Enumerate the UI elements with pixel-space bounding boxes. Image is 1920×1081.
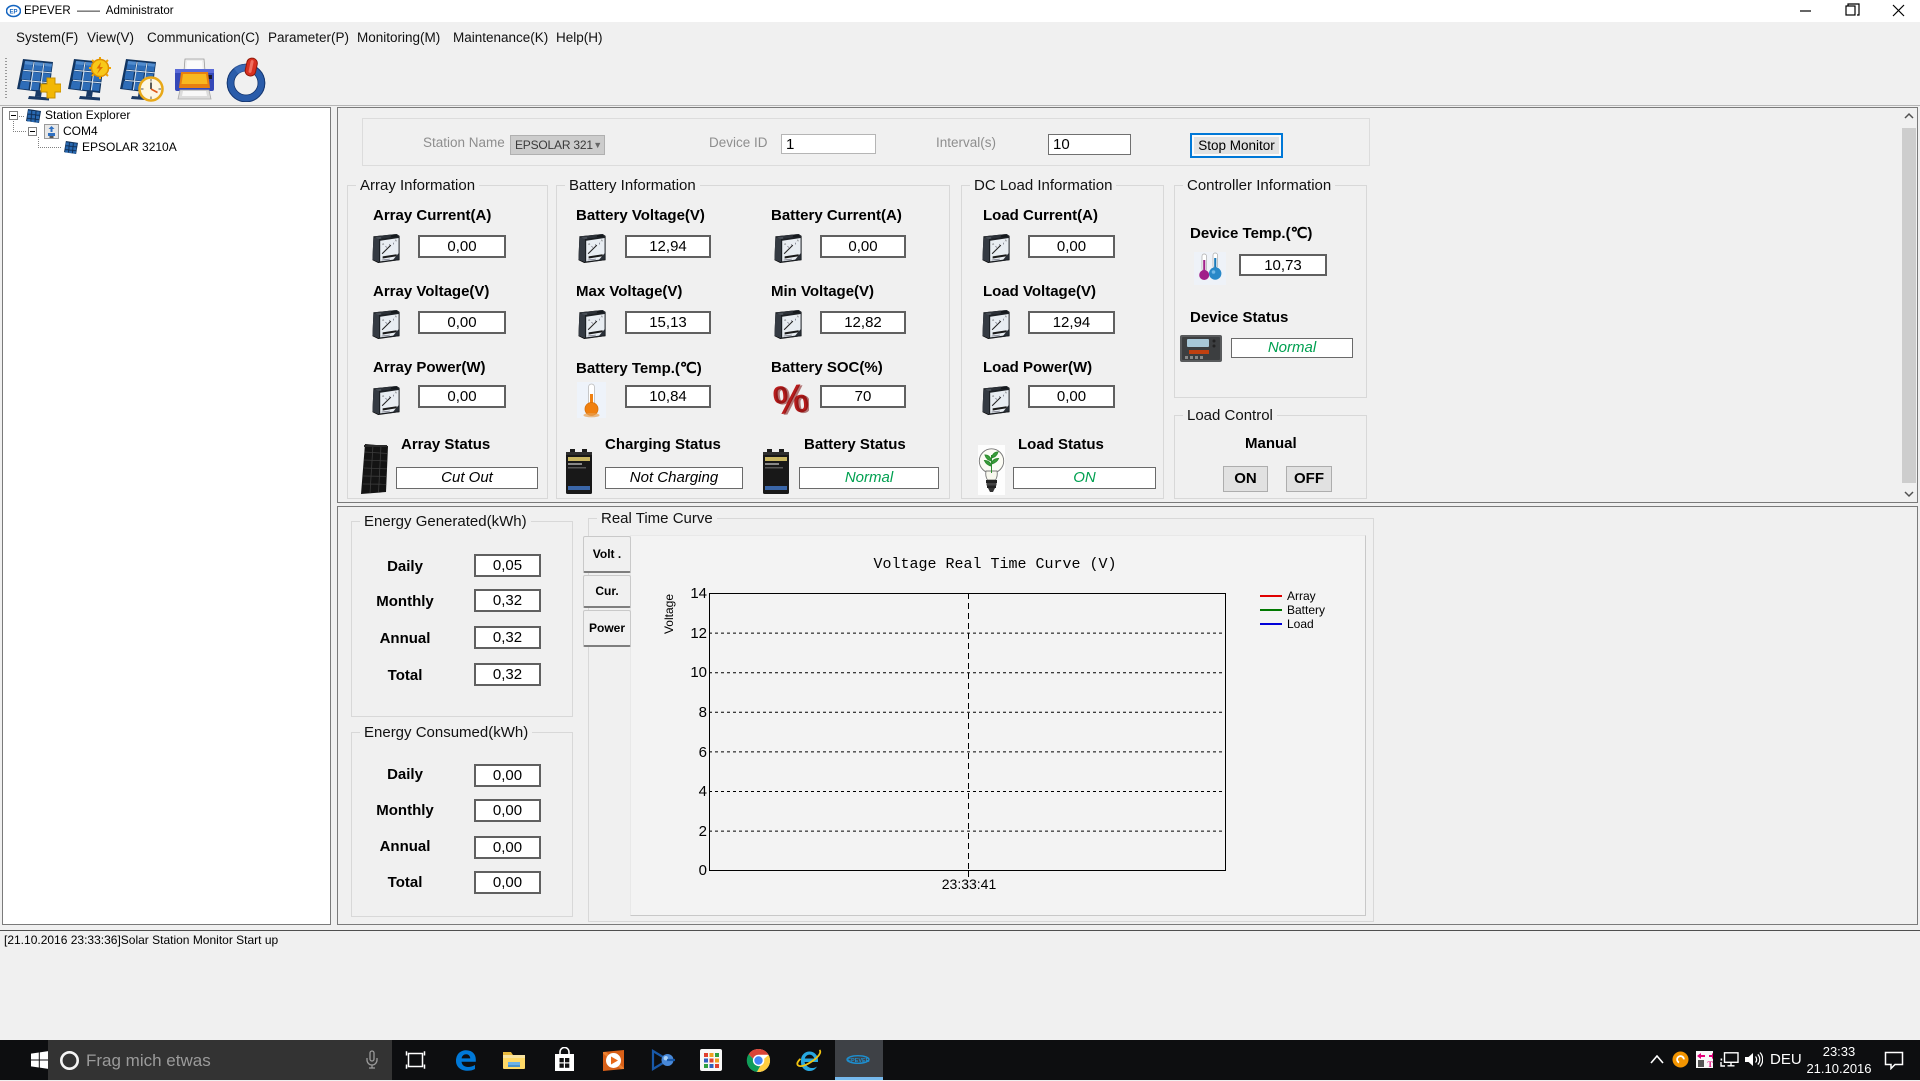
svg-text:EP: EP (9, 10, 17, 16)
svg-text:T: T (1708, 1060, 1714, 1068)
svg-text:EPEVER: EPEVER (847, 1058, 869, 1064)
